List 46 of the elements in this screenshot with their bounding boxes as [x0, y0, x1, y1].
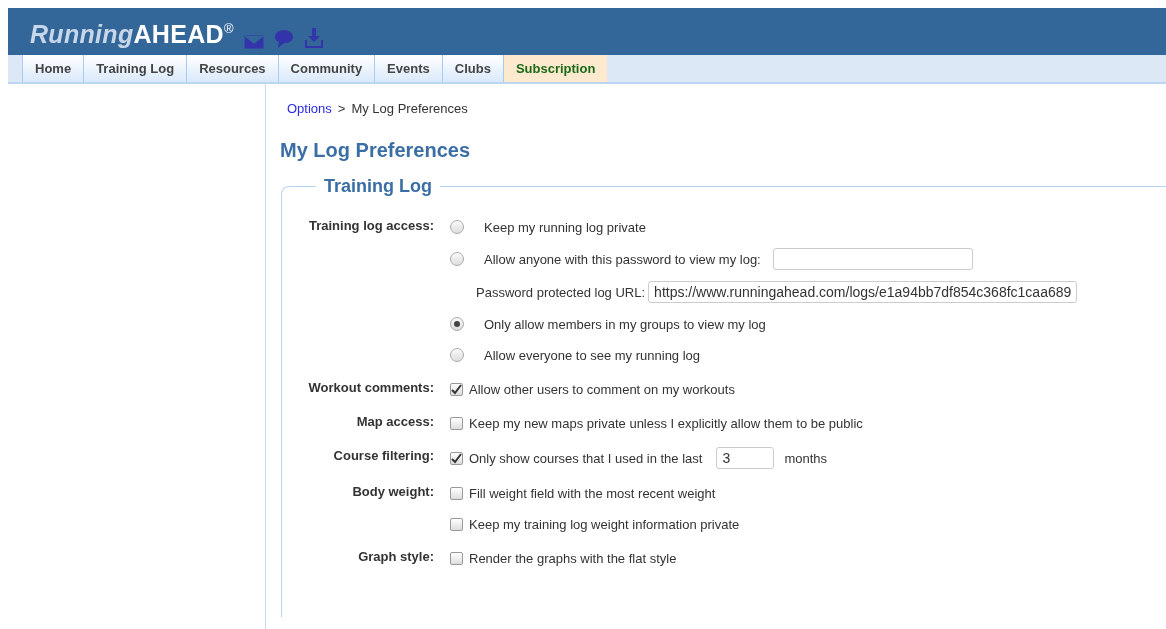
checkbox[interactable] — [450, 382, 463, 396]
unit-label: months — [784, 450, 828, 466]
radio-button[interactable] — [450, 348, 464, 362]
url-field[interactable]: https://www.runningahead.com/logs/e1a94bb7df854c368fc1caa689 — [648, 281, 1078, 303]
field-label: Graph style: — [358, 548, 434, 564]
password-field[interactable] — [772, 248, 973, 270]
nav-tab[interactable]: Events — [374, 55, 442, 82]
checkbox[interactable] — [450, 451, 463, 465]
mail-icon[interactable] — [243, 35, 264, 49]
download-icon[interactable] — [303, 28, 324, 49]
option-label: Allow everyone to see my running log — [484, 347, 701, 363]
field-label: Course filtering: — [333, 447, 434, 463]
option-label: Only show courses that I used in the last — [469, 450, 703, 466]
option-label: Allow other users to comment on my workouts — [469, 381, 735, 397]
breadcrumb-current: My Log Preferences — [351, 101, 468, 116]
radio-button[interactable] — [450, 220, 464, 234]
field-label: Training log access: — [309, 217, 434, 233]
option-label: Keep my training log weight information private — [469, 516, 740, 532]
section-title: Training Log — [323, 176, 433, 197]
option-label: Keep my running log private — [484, 219, 646, 235]
option-label: Fill weight field with the most recent weight — [469, 485, 716, 501]
speech-bubble-icon[interactable] — [273, 29, 294, 49]
checkbox[interactable] — [450, 551, 463, 565]
field-label: Map access: — [356, 413, 434, 429]
logo[interactable]: RunningAHEAD$^{®}$ — [30, 22, 234, 55]
option-label: Password protected log URL: — [476, 284, 646, 300]
option-label: Keep my new maps private unless I explicitly allow them to be public — [469, 415, 863, 431]
radio-button[interactable] — [450, 252, 464, 266]
months-field[interactable]: 3 — [716, 447, 775, 469]
nav-tab[interactable]: Resources — [186, 55, 278, 82]
breadcrumb-link[interactable]: Options — [287, 101, 332, 116]
checkbox[interactable] — [450, 416, 463, 430]
breadcrumb-separator: > — [337, 101, 346, 116]
nav-tab[interactable]: Home — [22, 55, 84, 82]
option-label: Render the graphs with the flat style — [469, 550, 677, 566]
nav-tab[interactable]: Clubs — [441, 55, 503, 82]
option-label: Allow anyone with this password to view my log: — [484, 251, 761, 267]
checkbox[interactable] — [450, 486, 463, 500]
checkbox[interactable] — [450, 517, 463, 531]
nav-tab[interactable]: Community — [277, 55, 375, 82]
field-label: Body weight: — [352, 483, 434, 499]
page-title: My Log Preferences — [280, 139, 472, 162]
option-label: Only allow members in my groups to view my log — [484, 316, 766, 332]
nav-tab[interactable]: Training Log — [83, 55, 187, 82]
field-label: Workout comments: — [308, 379, 434, 395]
radio-button[interactable] — [450, 317, 464, 331]
